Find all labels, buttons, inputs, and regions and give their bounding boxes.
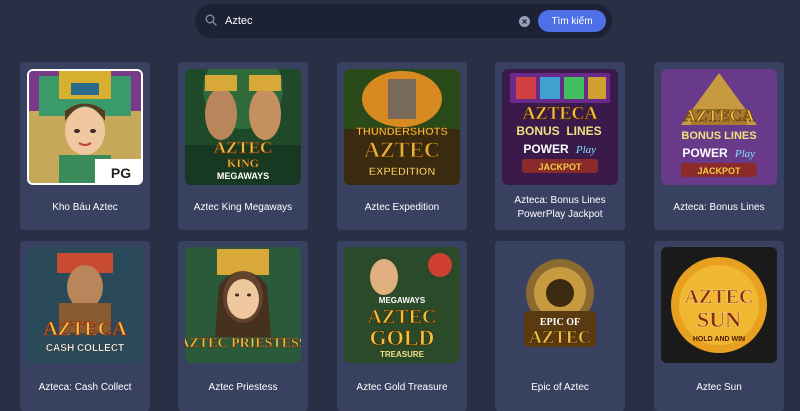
game-thumbnail: EPIC OF AZTEC (502, 247, 618, 363)
logo-text: JACKPOT (697, 166, 741, 176)
logo-text: POWER (682, 146, 728, 160)
game-thumbnail: AZTEC SUN HOLD AND WIN (661, 247, 777, 363)
game-thumbnail: AZTEC KING MEGAWAYS (185, 69, 301, 185)
logo-text: TREASURE (380, 350, 425, 359)
logo-text: BONUS LINES (681, 130, 756, 142)
logo-text: AZTEC (685, 286, 754, 308)
search-icon (205, 14, 217, 26)
logo-text: AZTECA (522, 103, 597, 123)
logo-text: AZTECA (684, 106, 756, 125)
game-title: Aztec King Megaways (193, 201, 293, 213)
game-title: Aztec Priestess (208, 382, 278, 393)
game-thumbnail: MEGAWAYS AZTEC GOLD TREASURE (344, 247, 460, 363)
game-thumbnail: AZTEC PRIESTESS (185, 247, 301, 363)
game-title: Epic of Aztec (531, 382, 589, 393)
game-title: Azteca: Bonus Lines (673, 201, 765, 213)
game-card-azteca-cash-collect[interactable]: AZTECA CASH COLLECT Azteca: Cash Collect (20, 241, 150, 411)
logo-text: EXPEDITION (369, 166, 436, 178)
logo-text: CASH COLLECT (46, 343, 124, 354)
logo-text: POWER (523, 142, 569, 156)
game-card-aztec-gold-treasure[interactable]: MEGAWAYS AZTEC GOLD TREASURE Aztec Gold … (337, 241, 467, 411)
clear-icon[interactable] (519, 16, 530, 27)
logo-text: PRIESTESS (231, 336, 301, 351)
game-card-aztec-sun[interactable]: AZTEC SUN HOLD AND WIN Aztec Sun (654, 241, 784, 411)
game-card-epic-of-aztec[interactable]: EPIC OF AZTEC Epic of Aztec (495, 241, 625, 411)
logo-text: AZTEC (185, 336, 228, 351)
logo-text: SUN (697, 307, 741, 332)
logo-text: Play (734, 148, 755, 160)
game-title: Aztec Sun (696, 382, 742, 393)
game-title: Aztec Gold Treasure (356, 382, 448, 393)
search-button[interactable]: Tìm kiếm (538, 10, 606, 32)
logo-text: AZTEC (529, 327, 591, 347)
game-thumbnail: PG (27, 69, 143, 185)
logo-text: AZTEC (364, 137, 440, 162)
game-card-aztec-king-megaways[interactable]: AZTEC KING MEGAWAYS Aztec King Megaways (178, 62, 308, 230)
logo-text: LINES (566, 124, 601, 138)
game-card-kho-bau-aztec[interactable]: PG Kho Báu Aztec (20, 62, 150, 230)
svg-text:AZTEC PRIESTESS: AZTEC PRIESTESS (185, 336, 301, 351)
game-title: Aztec Expedition (364, 201, 440, 213)
logo-text: AZTEC (214, 138, 273, 157)
game-title: Kho Báu Aztec (52, 201, 118, 213)
game-thumbnail: AZTECA BONUS LINES POWER Play JACKPOT (502, 69, 618, 185)
logo-text: Play (575, 144, 596, 156)
game-thumbnail: THUNDERSHOTS AZTEC EXPEDITION (344, 69, 460, 185)
game-thumbnail: AZTECA BONUS LINES POWER Play JACKPOT (661, 69, 777, 185)
logo-text: KING (227, 156, 259, 170)
game-title: Azteca: Bonus Lines PowerPlay Jackpot (514, 194, 606, 220)
search-bar: Tìm kiếm (195, 4, 612, 38)
game-thumbnail: AZTECA CASH COLLECT (27, 247, 143, 363)
logo-text: MEGAWAYS (379, 296, 426, 305)
logo-text: MEGAWAYS (217, 171, 269, 181)
game-card-aztec-expedition[interactable]: THUNDERSHOTS AZTEC EXPEDITION Aztec Expe… (337, 62, 467, 230)
pg-badge: PG (95, 159, 141, 183)
game-title: Azteca: Cash Collect (38, 382, 132, 393)
game-card-azteca-bonus-lines[interactable]: AZTECA BONUS LINES POWER Play JACKPOT Az… (654, 62, 784, 230)
search-input[interactable] (225, 11, 525, 31)
logo-text: AZTECA (43, 318, 127, 340)
logo-text: GOLD (370, 325, 435, 350)
logo-text: BONUS (516, 124, 559, 138)
logo-text: JACKPOT (538, 162, 582, 172)
game-card-azteca-bonus-lines-powerplay-jackpot[interactable]: AZTECA BONUS LINES POWER Play JACKPOT Az… (495, 62, 625, 230)
logo-text: HOLD AND WIN (693, 336, 745, 343)
game-card-aztec-priestess[interactable]: AZTEC PRIESTESS Aztec Priestess (178, 241, 308, 411)
